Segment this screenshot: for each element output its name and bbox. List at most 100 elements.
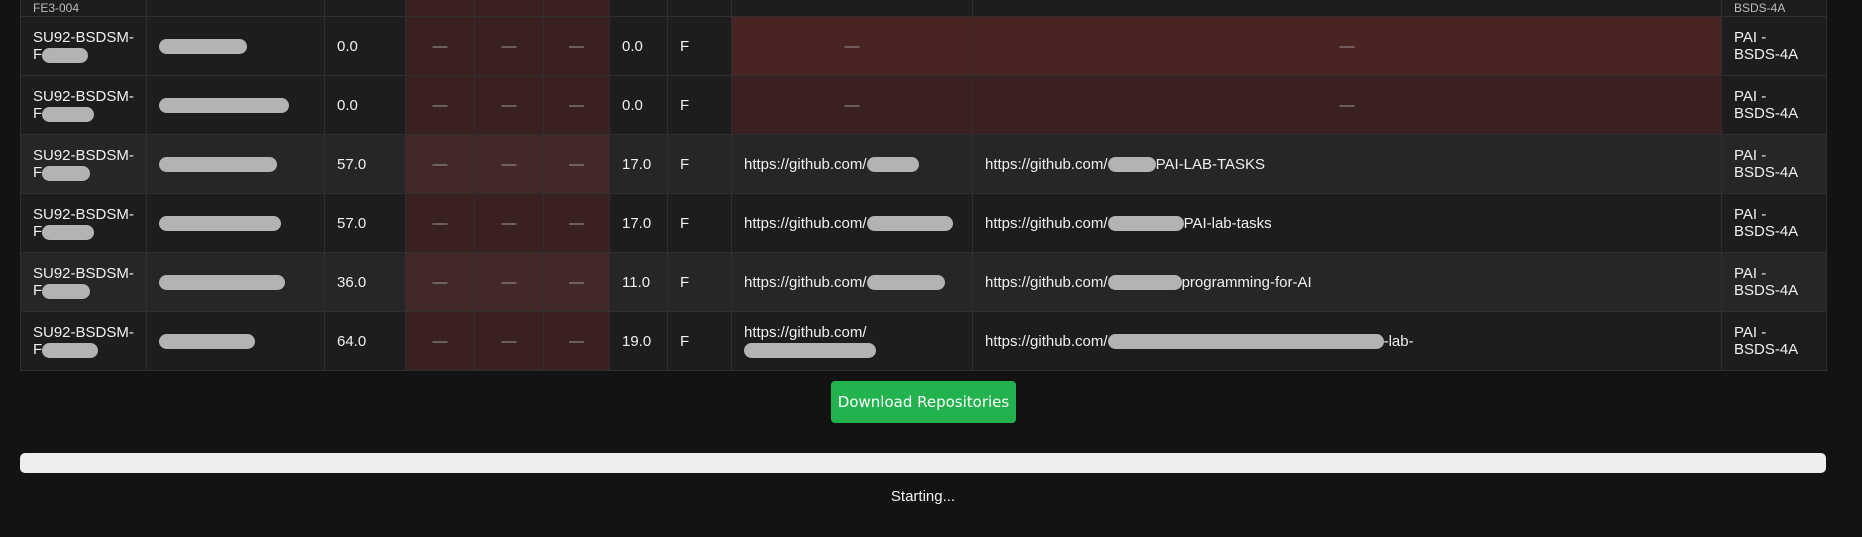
- redaction-mark: [866, 157, 919, 173]
- empty-cell: —: [543, 75, 610, 135]
- empty-cell: —: [405, 16, 475, 76]
- empty-cell: —: [543, 134, 610, 194]
- total-cell: 11.0: [609, 252, 668, 312]
- github-repo-cell: —: [972, 16, 1722, 76]
- redaction-mark: [159, 39, 247, 55]
- redaction-mark: [42, 283, 91, 299]
- empty-cell: —: [405, 193, 475, 253]
- score-cell: 57.0: [324, 134, 406, 194]
- github-repo-cell[interactable]: https://github.com/programming-for-AI: [972, 252, 1722, 312]
- empty-cell: —: [474, 193, 544, 253]
- student-id-cell: SU92-BSDSM- F: [20, 252, 147, 312]
- redaction-mark: [42, 224, 95, 240]
- table-row: SU92-BSDSM- F 57.0 — — — 17.0 F https://…: [20, 134, 1827, 194]
- redaction-mark: [866, 275, 945, 291]
- table-row: SU92-BSDSM- F 0.0 — — — 0.0 F — — PAI - …: [20, 75, 1827, 135]
- group-cell: PAI - BSDS-4A: [1721, 75, 1827, 135]
- github-profile-cell[interactable]: https://github.com/: [731, 193, 973, 253]
- github-profile-cell: —: [731, 75, 973, 135]
- redaction-mark: [42, 165, 91, 181]
- github-repo-cell[interactable]: https://github.com/PAI-LAB-TASKS: [972, 134, 1722, 194]
- table-row: SU92-BSDSM- F 0.0 — — — 0.0 F — — PAI - …: [20, 16, 1827, 76]
- redaction-mark: [744, 342, 876, 358]
- redaction-mark: [159, 275, 285, 291]
- student-name-cell: [146, 75, 325, 135]
- table-row: SU92-BSDSM- F 36.0 — — — 11.0 F https://…: [20, 252, 1827, 312]
- group-cell: PAI - BSDS-4A: [1721, 311, 1827, 371]
- github-repo-link[interactable]: https://github.com/: [985, 156, 1108, 173]
- github-repo-cell[interactable]: https://github.com/-lab-: [972, 311, 1722, 371]
- github-repo-link[interactable]: https://github.com/: [985, 333, 1108, 350]
- grade-cell: F: [667, 252, 732, 312]
- table-row: SU92-BSDSM- F 57.0 — — — 17.0 F https://…: [20, 193, 1827, 253]
- total-cell: 17.0: [609, 134, 668, 194]
- empty-cell: —: [543, 311, 610, 371]
- redaction-mark: [1107, 157, 1156, 173]
- student-name-cell: [146, 16, 325, 76]
- student-id-cell: SU92-BSDSM- F: [20, 311, 147, 371]
- empty-cell: —: [543, 252, 610, 312]
- redaction-mark: [1107, 216, 1184, 232]
- student-name-cell: [146, 252, 325, 312]
- total-cell: 0.0: [609, 16, 668, 76]
- github-profile-cell[interactable]: https://github.com/: [731, 134, 973, 194]
- redaction-mark: [42, 47, 89, 63]
- redaction-mark: [42, 342, 99, 358]
- github-repo-cell: —: [972, 75, 1722, 135]
- github-profile-cell[interactable]: https://github.com/: [731, 252, 973, 312]
- student-id-cell: SU92-BSDSM- F: [20, 16, 147, 76]
- github-profile-link[interactable]: https://github.com/: [744, 215, 867, 232]
- redaction-mark: [866, 216, 953, 232]
- score-cell: 36.0: [324, 252, 406, 312]
- empty-cell: —: [405, 75, 475, 135]
- student-name-cell: [146, 134, 325, 194]
- empty-cell: —: [474, 252, 544, 312]
- score-cell: 57.0: [324, 193, 406, 253]
- redaction-mark: [1107, 275, 1182, 291]
- total-cell: 0.0: [609, 75, 668, 135]
- redaction-mark: [159, 157, 277, 173]
- grade-cell: F: [667, 134, 732, 194]
- github-repo-link[interactable]: https://github.com/: [985, 274, 1108, 291]
- github-profile-link[interactable]: https://github.com/: [744, 324, 867, 341]
- redaction-mark: [1107, 334, 1384, 350]
- download-repositories-button[interactable]: Download Repositories: [831, 381, 1016, 423]
- github-repo-cell[interactable]: https://github.com/PAI-lab-tasks: [972, 193, 1722, 253]
- group-cell: PAI - BSDS-4A: [1721, 193, 1827, 253]
- empty-cell: —: [405, 311, 475, 371]
- grade-cell: F: [667, 16, 732, 76]
- github-profile-cell[interactable]: https://github.com/: [731, 311, 973, 371]
- partial-table-row: FE3-004 BSDS-4A: [20, 0, 1827, 17]
- total-cell: 19.0: [609, 311, 668, 371]
- score-cell: 0.0: [324, 16, 406, 76]
- empty-cell: —: [543, 16, 610, 76]
- github-profile-link[interactable]: https://github.com/: [744, 274, 867, 291]
- status-text: Starting...: [890, 488, 956, 505]
- score-cell: 0.0: [324, 75, 406, 135]
- redaction-mark: [42, 106, 95, 122]
- group-cell: PAI - BSDS-4A: [1721, 16, 1827, 76]
- score-cell: 64.0: [324, 311, 406, 371]
- github-repo-link[interactable]: https://github.com/: [985, 215, 1108, 232]
- grade-cell: F: [667, 311, 732, 371]
- student-id-cell: SU92-BSDSM- F: [20, 75, 147, 135]
- results-table-container: FE3-004 BSDS-4A SU92-BSDSM- F 0.0 — — — …: [20, 0, 1827, 371]
- redaction-mark: [159, 98, 289, 114]
- student-name-cell: [146, 193, 325, 253]
- total-cell: 17.0: [609, 193, 668, 253]
- empty-cell: —: [405, 134, 475, 194]
- github-profile-link[interactable]: https://github.com/: [744, 156, 867, 173]
- student-id-cell: FE3-004: [20, 0, 147, 17]
- empty-cell: —: [474, 134, 544, 194]
- empty-cell: —: [474, 16, 544, 76]
- empty-cell: —: [474, 75, 544, 135]
- redaction-mark: [159, 216, 281, 232]
- student-id-cell: SU92-BSDSM- F: [20, 134, 147, 194]
- table-row: SU92-BSDSM- F 64.0 — — — 19.0 F https://…: [20, 311, 1827, 371]
- group-cell: PAI - BSDS-4A: [1721, 252, 1827, 312]
- grade-cell: F: [667, 193, 732, 253]
- empty-cell: —: [474, 311, 544, 371]
- results-table: FE3-004 BSDS-4A SU92-BSDSM- F 0.0 — — — …: [20, 0, 1827, 371]
- empty-cell: —: [405, 252, 475, 312]
- group-cell: PAI - BSDS-4A: [1721, 134, 1827, 194]
